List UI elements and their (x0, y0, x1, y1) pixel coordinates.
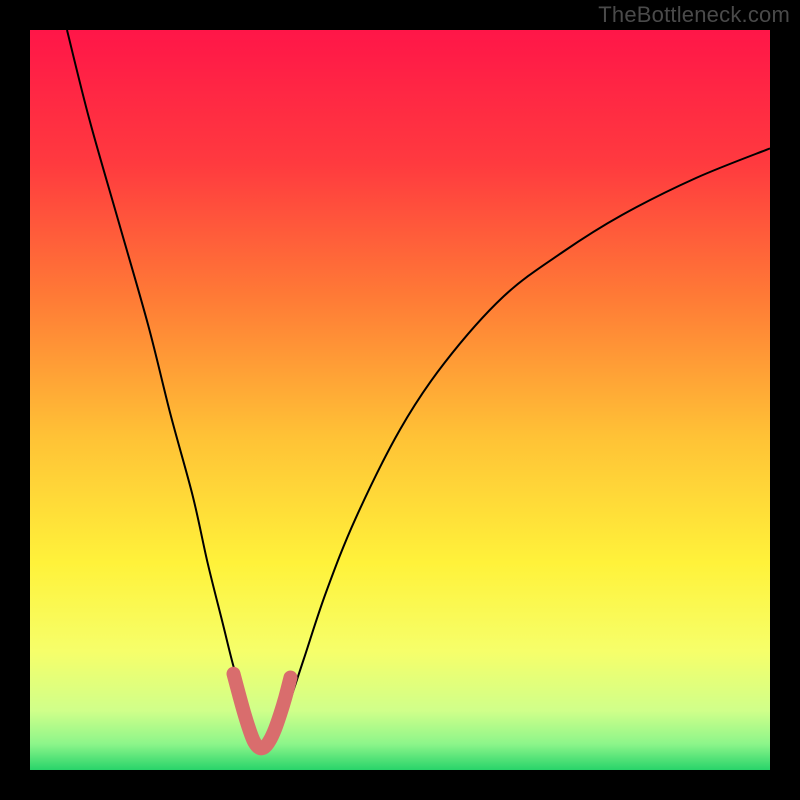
watermark-label: TheBottleneck.com (598, 2, 790, 28)
chart-plot (30, 30, 770, 770)
chart-svg (30, 30, 770, 770)
chart-background (30, 30, 770, 770)
chart-frame: TheBottleneck.com (0, 0, 800, 800)
